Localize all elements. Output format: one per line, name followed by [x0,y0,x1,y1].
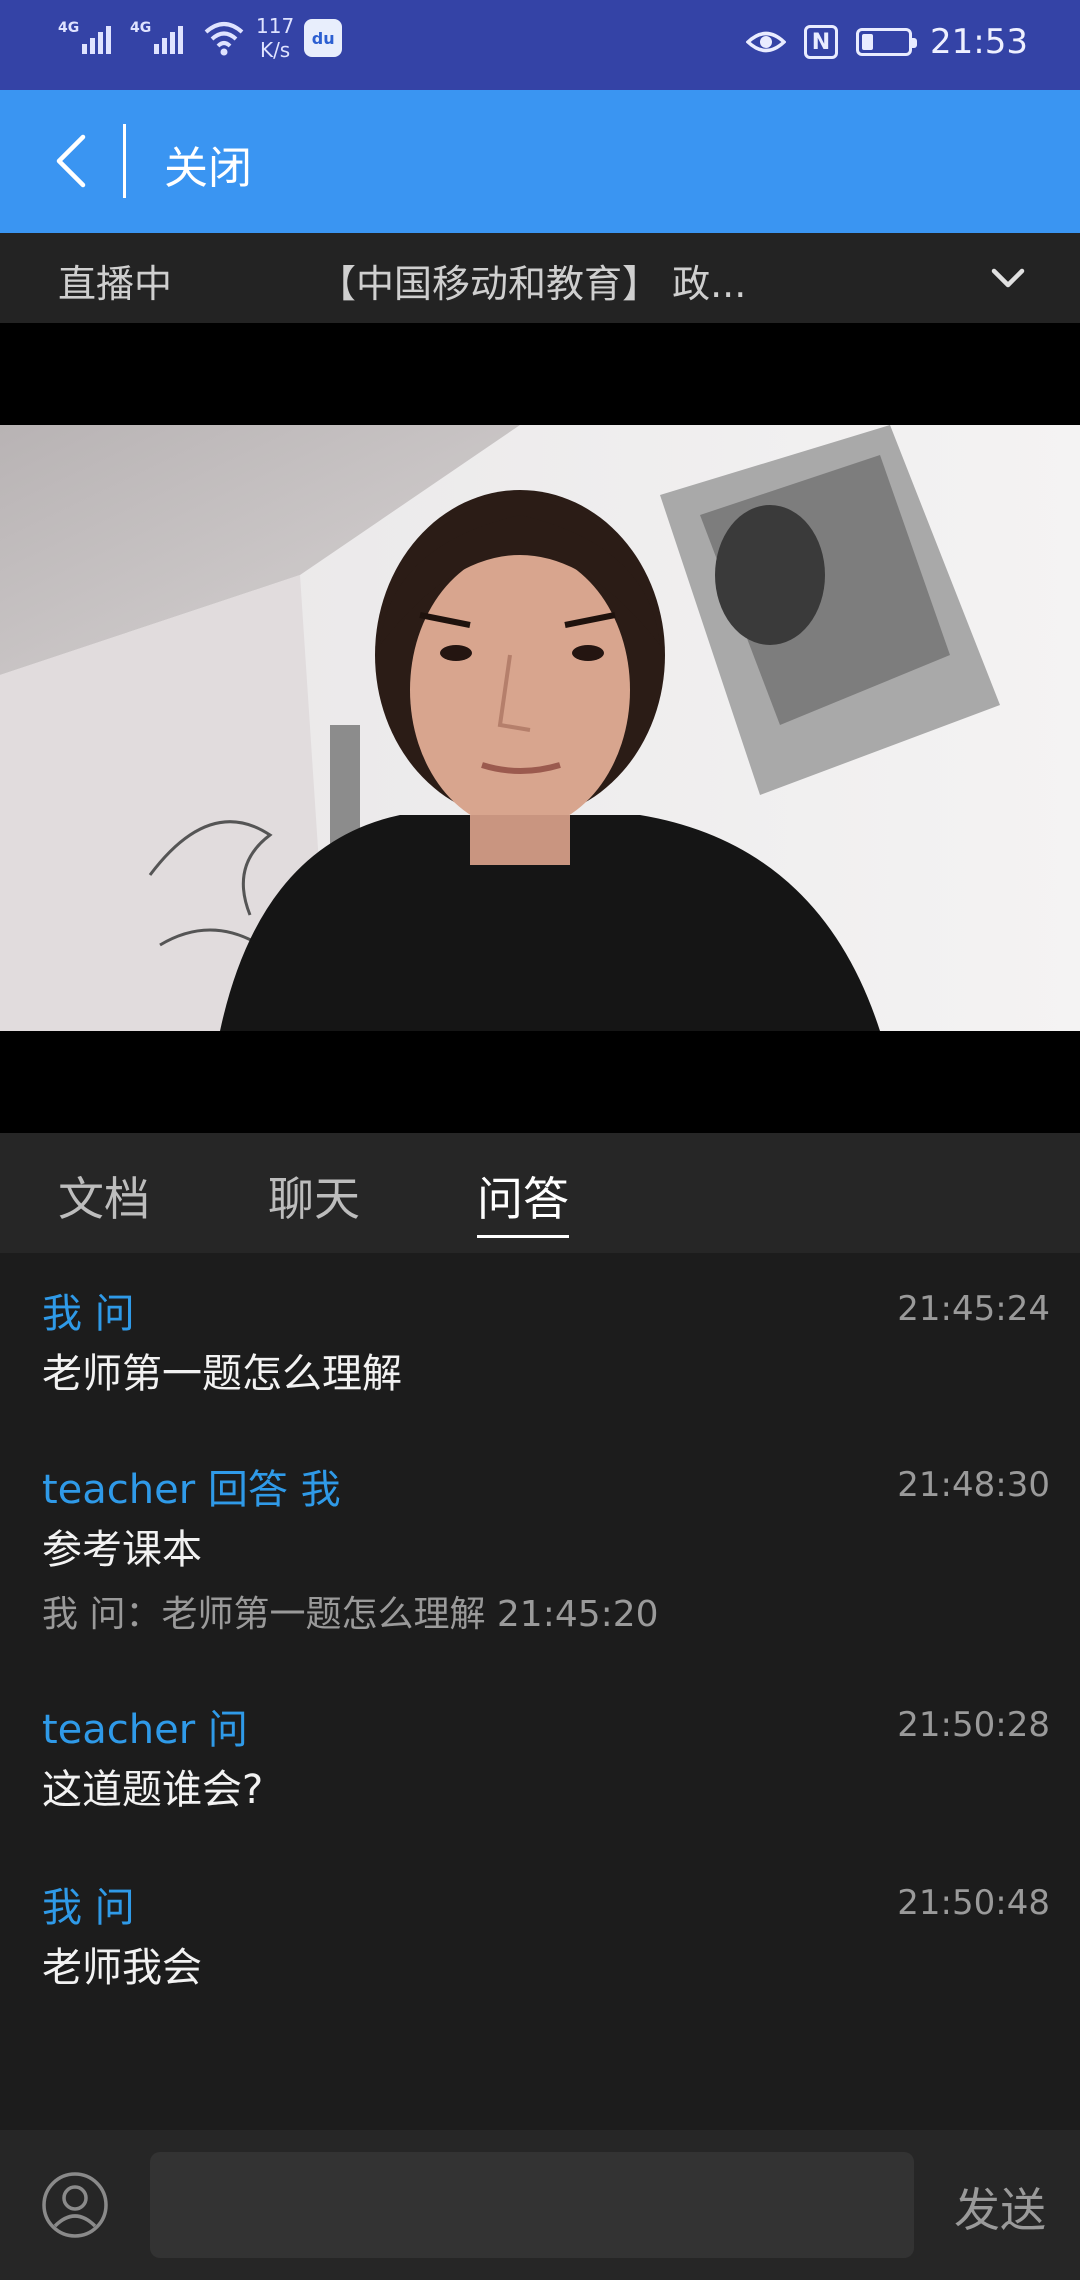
app-badge-label: du [311,28,335,48]
battery-icon [856,28,918,56]
live-status-label: 直播中 [58,262,173,306]
status-bar-left: 4G 4G 117 K/s du [58,14,343,62]
tab-bar: 文档 聊天 问答 [0,1133,1080,1253]
network-speed-value: 117 [256,14,295,38]
video-player[interactable] [0,323,1080,1133]
status-bar: 4G 4G 117 K/s du N 21:53 [0,0,1080,90]
live-header[interactable]: 直播中 【中国移动和教育】 政... [0,233,1080,323]
list-item: teacher 回答 我 21:48:30 参考课本 我 问：老师第一题怎么理解… [42,1457,1050,1657]
list-item: 我 问 21:45:24 老师第一题怎么理解 [42,1281,1050,1421]
network-speed: 117 K/s [256,14,294,62]
top-navigation: 关闭 [0,90,1080,233]
back-button[interactable] [36,126,106,196]
message-sender: teacher 问 [42,1707,248,1753]
nav-divider [123,124,126,198]
status-time: 21:53 [930,22,1028,62]
tab-qa[interactable]: 问答 [477,1163,569,1238]
network-type-label: 4G [58,20,80,36]
eye-icon [746,31,787,53]
message-time: 21:45:24 [897,1289,1050,1329]
nfc-icon: N [804,25,839,59]
message-sender: 我 问 [42,1885,135,1931]
close-button[interactable]: 关闭 [164,132,252,196]
video-frame [0,425,1080,1031]
send-button[interactable]: 发送 [954,2174,1046,2240]
network-type-label: 4G [130,20,152,36]
message-text: 这道题谁会? [42,1767,264,1813]
message-text: 参考课本 [42,1527,202,1573]
nfc-label: N [811,29,831,55]
message-time: 21:50:28 [897,1705,1050,1745]
network-speed-unit: K/s [259,38,291,62]
user-avatar-icon[interactable] [40,2170,110,2240]
message-sender: 我 问 [42,1291,135,1337]
message-input-bar: 发送 [0,2130,1080,2280]
message-text: 老师我会 [42,1945,202,1991]
message-sender: teacher 回答 我 [42,1467,341,1513]
message-text: 老师第一题怎么理解 [42,1351,402,1397]
tab-documents[interactable]: 文档 [58,1163,150,1235]
live-title: 【中国移动和教育】 政... [318,262,747,306]
qa-message-list[interactable]: 我 问 21:45:24 老师第一题怎么理解 teacher 回答 我 21:4… [0,1253,1080,2130]
battery-level-fill [862,34,874,50]
chevron-down-icon[interactable] [986,257,1030,301]
tab-chat[interactable]: 聊天 [268,1163,360,1235]
message-time: 21:48:30 [897,1465,1050,1505]
list-item: teacher 问 21:50:28 这道题谁会? [42,1697,1050,1837]
app-badge-icon: du [304,19,343,57]
quoted-question: 我 问：老师第一题怎么理解 21:45:20 [42,1594,659,1635]
signal-icon: 4G [130,14,192,62]
list-item: 我 问 21:50:48 老师我会 [42,1875,1050,2015]
message-input[interactable] [150,2152,914,2258]
chevron-left-icon [56,134,86,188]
wifi-icon [204,22,244,56]
message-time: 21:50:48 [897,1883,1050,1923]
signal-icon: 4G [58,14,120,62]
status-bar-right: N 21:53 [746,22,1028,62]
